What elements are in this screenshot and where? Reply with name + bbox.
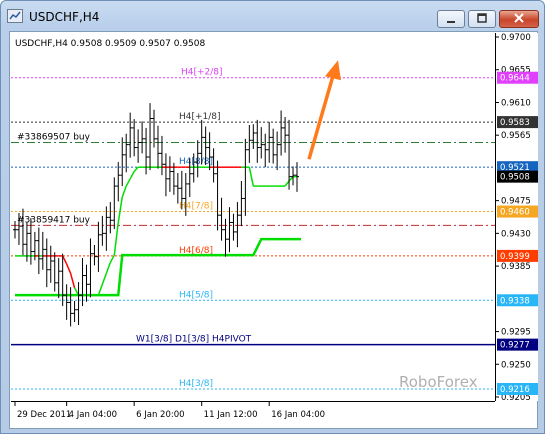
trend-segment [117,196,123,223]
price-badge-label: 0.9216 [500,385,530,395]
murrey-label: W1[3/8] D1[3/8] H4PIVOT [136,335,252,345]
murrey-label: H4[7/8] [179,202,213,212]
price-badge-label: 0.9644 [500,74,530,84]
maximize-icon [477,13,487,23]
murrey-label: H4[5/8] [179,290,213,300]
price-badge-label: 0.9583 [500,118,530,128]
trend-segment [129,171,135,180]
price-tick-label: 0.9295 [501,328,531,338]
title-bar[interactable]: USDCHF,H4 [1,1,544,31]
trend-segment [284,180,290,187]
price-badge-label: 0.9338 [500,296,530,306]
murrey-label: H4[+1/8] [179,112,221,122]
price-tick-label: 0.9565 [501,131,531,141]
time-tick-label: 4 Jan 04:00 [69,410,117,420]
time-axis: 29 Dec 2011 4 Jan 04:00 6 Jan 20:00 11 Jan … [11,401,495,428]
close-icon [514,13,524,23]
trend-segment [101,273,108,285]
time-axis-svg: 29 Dec 20114 Jan 04:00 6 Jan 20:00 11 Jan … [14,402,325,420]
murrey-label: H4[3/8] [179,379,213,389]
chart-icon [7,9,23,23]
price-tick-label: 0.9385 [501,262,531,272]
time-tick-label: 6 Jan 20:00 [136,410,184,420]
window-title: USDCHF,H4 [29,10,100,24]
trend-segment [248,167,255,187]
trend-segment [125,178,131,187]
trend-segment [121,185,127,198]
trend-segment [61,255,68,265]
trend-segment [288,176,294,182]
arrow-shaft [307,71,336,160]
trend-segment [113,222,120,256]
time-tick-label: 16 Jan 04:00 [271,410,325,420]
murrey-levels: H4[+2/8]H4[+1/8]H4[8/8]H4[7/8]H4[6/8]H4[… [11,68,495,390]
price-badge-label: 0.9508 [500,173,530,183]
trend-segment [105,262,112,274]
price-tick-label: 0.9700 [501,33,531,43]
chart-plot[interactable]: USDCHF,H4 0.9508 0.9509 0.9507 0.9508 Ro… [11,33,495,401]
chart-info-label: USDCHF,H4 0.9508 0.9509 0.9507 0.9508 [15,39,205,49]
minimize-icon [447,21,455,23]
trend-segment [65,263,72,274]
price-badge-label: 0.9399 [500,252,530,262]
trend-segment [133,166,139,173]
maximize-button[interactable] [468,10,496,28]
watermark: RoboForex [399,373,478,391]
order-label: #33859417 buy [17,215,91,225]
chart-svg: USDCHF,H4 0.9508 0.9509 0.9507 0.9508 Ro… [11,39,495,391]
price-badge-label: 0.9460 [500,208,530,218]
price-tick-label: 0.9430 [501,229,531,239]
price-axis: 0.9700 0.9655 0.9610 0.9565 0.9475 0.9430 0.93… [495,33,538,403]
murrey-label: H4[+2/8] [181,68,223,78]
price-tick-label: 0.9250 [501,360,531,370]
time-tick-label: 29 Dec 2011 [17,410,71,420]
close-button[interactable] [499,10,539,28]
price-tick-label: 0.9610 [501,98,531,108]
price-badge-label: 0.9277 [500,341,530,351]
trend-segment [97,284,104,296]
chart-window: USDCHF,H4 USDCHF,H4 0.9508 0.9509 0.9507… [0,0,545,434]
order-label: #33869507 buy [17,132,91,142]
trend-segment [69,273,76,289]
price-tick-label: 0.9475 [501,197,531,207]
minimize-button[interactable] [437,10,465,28]
forecast-arrow [307,60,341,160]
time-tick-label: 11 Jan 12:00 [204,410,258,420]
support-line [15,237,301,297]
price-axis-svg: 0.97000.96550.96100.95650.94750.94300.93… [496,33,538,403]
